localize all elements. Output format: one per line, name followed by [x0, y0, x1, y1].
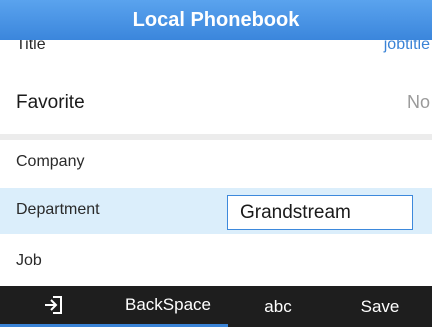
softkey-bar: BackSpace abc Save: [0, 286, 432, 327]
favorite-label: Favorite: [16, 92, 85, 113]
department-input[interactable]: Grandstream: [227, 195, 413, 230]
exit-arrow-icon: [45, 296, 62, 314]
title-bar: Local Phonebook: [0, 0, 432, 40]
department-label: Department: [16, 201, 100, 218]
save-button[interactable]: Save: [328, 286, 432, 327]
favorite-value[interactable]: No: [407, 92, 430, 113]
favorite-row[interactable]: Favorite No: [0, 76, 432, 124]
backspace-button[interactable]: BackSpace: [108, 286, 228, 327]
company-label: Company: [16, 153, 85, 170]
page-title: Local Phonebook: [132, 8, 300, 31]
exit-button[interactable]: [0, 286, 108, 327]
title-value[interactable]: jobtitle: [384, 40, 430, 54]
contact-form: Title jobtitle Favorite No Company Depar…: [0, 40, 432, 286]
title-row[interactable]: Title jobtitle: [0, 40, 432, 66]
title-label: Title: [16, 40, 46, 53]
input-mode-button[interactable]: abc: [228, 286, 328, 327]
job-label: Job: [16, 252, 42, 269]
company-row[interactable]: Company: [0, 140, 432, 186]
job-row[interactable]: Job: [0, 240, 432, 284]
